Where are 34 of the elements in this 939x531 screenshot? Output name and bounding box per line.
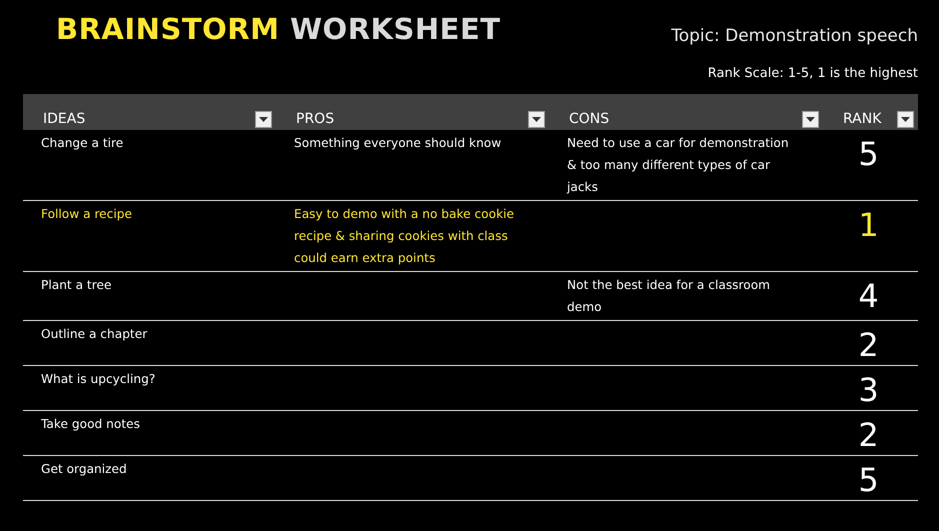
dropdown-arrow-icon xyxy=(532,116,541,122)
title-text: WORKSHEET xyxy=(290,12,501,46)
table-cell: Change a tire xyxy=(23,130,276,200)
rank-cell: 1 xyxy=(823,200,918,272)
filter-dropdown-button[interactable] xyxy=(802,110,819,128)
table-cell: Get organized xyxy=(23,456,276,500)
filter-dropdown-button[interactable] xyxy=(528,110,545,128)
dropdown-arrow-icon xyxy=(259,116,268,122)
rank-cell: 5 xyxy=(823,456,918,500)
rank-cell: 3 xyxy=(823,366,918,410)
table-cell: Easy to demo with a no bake cookie recipe & sharing cookies with class could earn extra points xyxy=(276,200,549,272)
rank-cell: 2 xyxy=(823,410,918,456)
table-cell: What is upcycling? xyxy=(23,366,276,410)
title-text: BRAINSTORM xyxy=(56,12,280,46)
table-cell: Outline a chapter xyxy=(23,320,276,366)
rank-cell: 2 xyxy=(823,320,918,366)
table-cell: Not the best idea for a classroom demo xyxy=(549,272,823,320)
topic-text: Topic: Demonstration speech xyxy=(671,25,918,48)
rank-scale-text: Rank Scale: 1-5, 1 is the highest xyxy=(708,66,918,80)
column-header: CONS xyxy=(569,110,610,128)
table-cell: Plant a tree xyxy=(23,272,276,320)
filter-dropdown-button[interactable] xyxy=(897,110,914,128)
table-cell: Take good notes xyxy=(23,410,276,456)
rank-cell: 4 xyxy=(823,272,918,320)
dropdown-arrow-icon xyxy=(901,116,910,122)
table-cell: Something everyone should know xyxy=(276,130,549,200)
filter-dropdown-button[interactable] xyxy=(255,110,272,128)
column-header: IDEAS xyxy=(43,110,86,128)
column-header: RANK xyxy=(843,110,882,128)
column-header: PROS xyxy=(296,110,334,128)
table-cell: Follow a recipe xyxy=(23,200,276,272)
table-cell: Need to use a car for demonstration & too many different types of car jacks xyxy=(549,130,823,200)
rank-cell: 5 xyxy=(823,130,918,200)
dropdown-arrow-icon xyxy=(806,116,815,122)
